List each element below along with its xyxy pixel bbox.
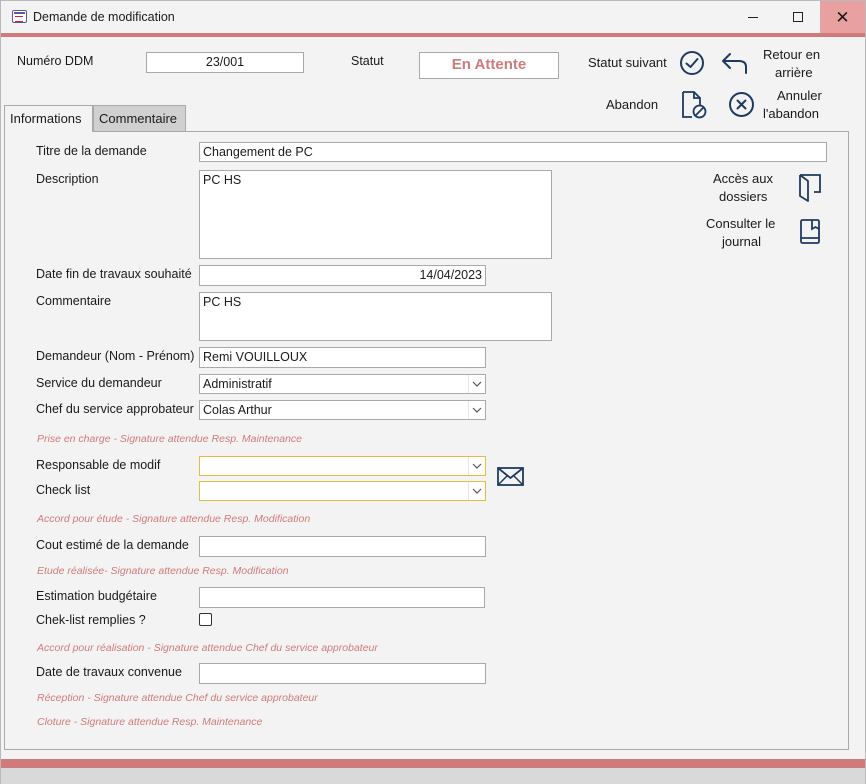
- statut-suivant-label[interactable]: Statut suivant: [588, 54, 667, 72]
- tab-commentaire[interactable]: Commentaire: [93, 105, 186, 131]
- chevron-down-icon[interactable]: [468, 401, 485, 419]
- statut-label: Statut: [351, 54, 384, 68]
- ddm-label: Numéro DDM: [17, 54, 94, 68]
- service-label: Service du demandeur: [36, 376, 162, 390]
- header-accent-strip: [1, 33, 865, 37]
- service-value: Administratif: [203, 377, 272, 391]
- section-cloture: Cloture - Signature attendue Resp. Maint…: [37, 716, 263, 728]
- section-accord-etude: Accord pour étude - Signature attendue R…: [37, 513, 311, 525]
- maximize-icon: [792, 12, 803, 22]
- demandeur-label: Demandeur (Nom - Prénom): [36, 349, 195, 363]
- chek-checkbox[interactable]: [199, 613, 212, 626]
- estimation-label: Estimation budgétaire: [36, 589, 157, 603]
- retour-label-line1[interactable]: Retour en: [763, 46, 820, 64]
- annuler-label-line2[interactable]: l'abandon: [763, 105, 819, 123]
- minimize-button[interactable]: [730, 1, 775, 33]
- window-title: Demande de modification: [33, 10, 175, 24]
- description-label: Description: [36, 172, 99, 186]
- title-bar: Demande de modification ✕: [1, 1, 865, 33]
- folder-icon[interactable]: [798, 173, 822, 203]
- description-field[interactable]: PC HS: [199, 170, 552, 259]
- check-circle-icon[interactable]: [679, 50, 705, 76]
- estimation-field[interactable]: [199, 587, 485, 608]
- chef-value: Colas Arthur: [203, 403, 272, 417]
- window: Demande de modification ✕ Numéro DDM 23/…: [0, 0, 866, 784]
- tab-informations[interactable]: Informations: [4, 105, 93, 132]
- close-button[interactable]: ✕: [820, 1, 865, 33]
- document-cancel-icon[interactable]: [680, 90, 708, 120]
- journal-icon[interactable]: [798, 218, 822, 246]
- date-convenue-field[interactable]: [199, 663, 486, 684]
- chef-label: Chef du service approbateur: [36, 402, 194, 416]
- chevron-down-icon[interactable]: [468, 457, 485, 475]
- chef-select[interactable]: Colas Arthur: [199, 400, 486, 420]
- demandeur-field[interactable]: Remi VOUILLOUX: [199, 347, 486, 368]
- envelope-icon[interactable]: [497, 467, 524, 486]
- maximize-button[interactable]: [775, 1, 820, 33]
- ddm-number-field[interactable]: 23/001: [146, 52, 304, 73]
- titre-field[interactable]: Changement de PC: [199, 142, 827, 162]
- annuler-label-line1[interactable]: Annuler: [777, 87, 822, 105]
- chevron-down-icon[interactable]: [468, 482, 485, 500]
- close-icon: ✕: [835, 7, 850, 27]
- date-convenue-label: Date de travaux convenue: [36, 665, 182, 679]
- retour-label-line2[interactable]: arrière: [775, 64, 813, 82]
- checklist-select[interactable]: [199, 481, 486, 501]
- titre-label: Titre de la demande: [36, 144, 147, 158]
- commentaire-label: Commentaire: [36, 294, 112, 308]
- x-circle-icon[interactable]: [728, 91, 755, 118]
- date-fin-field[interactable]: 14/04/2023: [199, 265, 486, 286]
- consulter-label-line1[interactable]: Consulter le: [706, 215, 775, 233]
- section-etude-realisee: Etude réalisée- Signature attendue Resp.…: [37, 565, 289, 577]
- section-reception: Réception - Signature attendue Chef du s…: [37, 692, 318, 704]
- responsable-select[interactable]: [199, 456, 486, 476]
- chek-label: Chek-list remplies ?: [36, 613, 146, 627]
- abandon-label[interactable]: Abandon: [606, 96, 658, 114]
- service-select[interactable]: Administratif: [199, 374, 486, 394]
- section-accord-realisation: Accord pour réalisation - Signature atte…: [37, 642, 378, 654]
- minimize-icon: [747, 16, 758, 18]
- statut-value-badge: En Attente: [419, 52, 559, 79]
- consulter-label-line2[interactable]: journal: [722, 233, 761, 251]
- chevron-down-icon[interactable]: [468, 375, 485, 393]
- checklist-label: Check list: [36, 483, 91, 497]
- footer-accent-strip: [1, 759, 865, 768]
- section-prise-en-charge: Prise en charge - Signature attendue Res…: [37, 433, 302, 445]
- date-fin-label: Date fin de travaux souhaité: [36, 267, 192, 281]
- acces-label-line1[interactable]: Accès aux: [713, 170, 773, 188]
- footer-bar: [1, 768, 865, 784]
- acces-label-line2[interactable]: dossiers: [719, 188, 767, 206]
- cout-label: Cout estimé de la demande: [36, 538, 189, 552]
- commentaire-field[interactable]: PC HS: [199, 292, 552, 341]
- undo-arrow-icon[interactable]: [720, 50, 748, 76]
- responsable-label: Responsable de modif: [36, 458, 161, 472]
- form-app-icon: [12, 10, 27, 23]
- cout-field[interactable]: [199, 536, 486, 557]
